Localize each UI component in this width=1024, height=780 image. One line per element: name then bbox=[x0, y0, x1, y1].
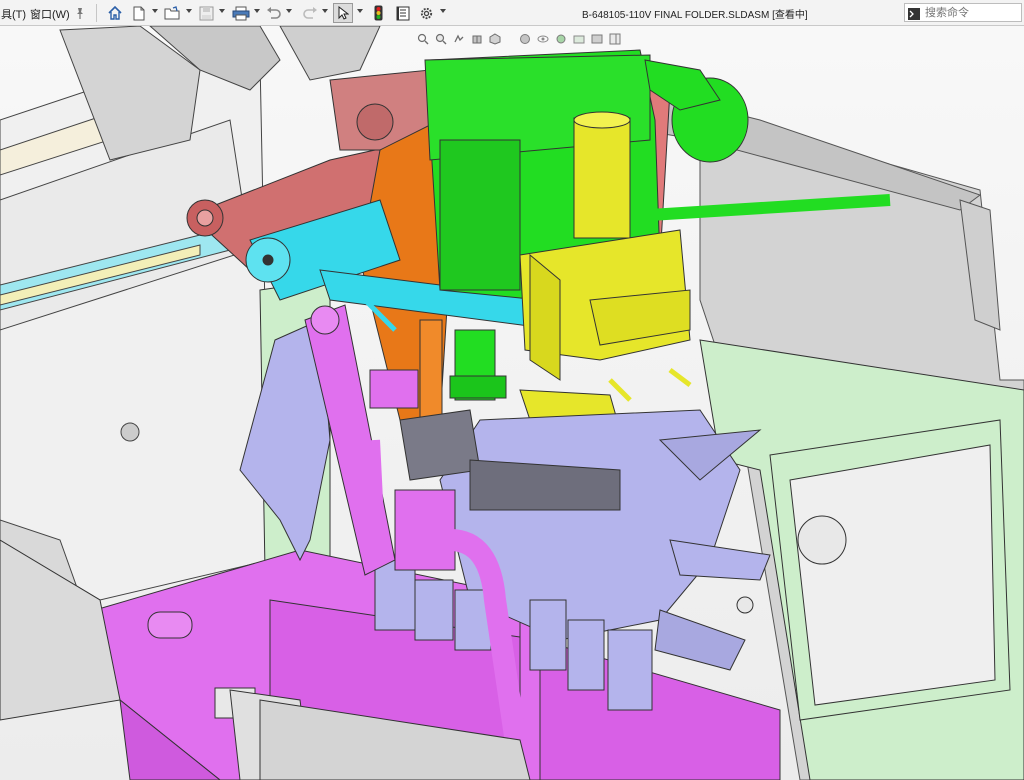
apply-scene-icon[interactable] bbox=[572, 32, 586, 46]
save-icon[interactable] bbox=[198, 3, 214, 23]
undo-icon[interactable] bbox=[265, 3, 281, 23]
pin-icon[interactable] bbox=[74, 3, 86, 23]
menu-window[interactable]: 窗口(W) bbox=[30, 6, 70, 22]
redo-dropdown-icon[interactable] bbox=[322, 9, 328, 13]
select-dropdown-icon[interactable] bbox=[357, 9, 363, 13]
options-gear-icon[interactable] bbox=[417, 3, 435, 23]
file-properties-icon[interactable] bbox=[395, 3, 411, 23]
toolbar-separator bbox=[96, 4, 97, 22]
title-bar: 具(T) 窗口(W) B-648105-110V FINAL FOLDER.SL… bbox=[0, 0, 1024, 26]
heads-up-view-toolbar bbox=[416, 30, 622, 48]
undo-dropdown-icon[interactable] bbox=[286, 9, 292, 13]
edit-appearance-icon[interactable] bbox=[554, 32, 568, 46]
search-command-box[interactable] bbox=[904, 3, 1022, 22]
print-icon[interactable] bbox=[231, 3, 251, 23]
previous-view-icon[interactable] bbox=[452, 32, 466, 46]
zoom-to-fit-icon[interactable] bbox=[416, 32, 430, 46]
menu-tools[interactable]: 具(T) bbox=[1, 6, 26, 22]
display-pane-icon[interactable] bbox=[608, 32, 622, 46]
traffic-light-icon[interactable] bbox=[372, 3, 384, 23]
document-title: B-648105-110V FINAL FOLDER.SLDASM [查看中] bbox=[582, 10, 808, 21]
display-style-icon[interactable] bbox=[518, 32, 532, 46]
home-icon[interactable] bbox=[106, 3, 124, 23]
search-input[interactable] bbox=[925, 4, 1019, 21]
zoom-area-icon[interactable] bbox=[434, 32, 448, 46]
print-dropdown-icon[interactable] bbox=[254, 9, 260, 13]
new-dropdown-icon[interactable] bbox=[152, 9, 158, 13]
section-view-icon[interactable] bbox=[470, 32, 484, 46]
options-dropdown-icon[interactable] bbox=[440, 9, 446, 13]
view-settings-icon[interactable] bbox=[590, 32, 604, 46]
hide-show-items-icon[interactable] bbox=[536, 32, 550, 46]
view-separator bbox=[506, 32, 514, 46]
command-prompt-icon bbox=[908, 7, 920, 25]
open-dropdown-icon[interactable] bbox=[186, 9, 192, 13]
view-orientation-icon[interactable] bbox=[488, 32, 502, 46]
new-document-icon[interactable] bbox=[132, 3, 146, 23]
redo-icon[interactable] bbox=[302, 3, 318, 23]
open-folder-icon[interactable] bbox=[163, 3, 181, 23]
save-dropdown-icon[interactable] bbox=[219, 9, 225, 13]
graphics-area[interactable] bbox=[0, 26, 1024, 780]
select-pointer-icon[interactable] bbox=[333, 3, 353, 23]
